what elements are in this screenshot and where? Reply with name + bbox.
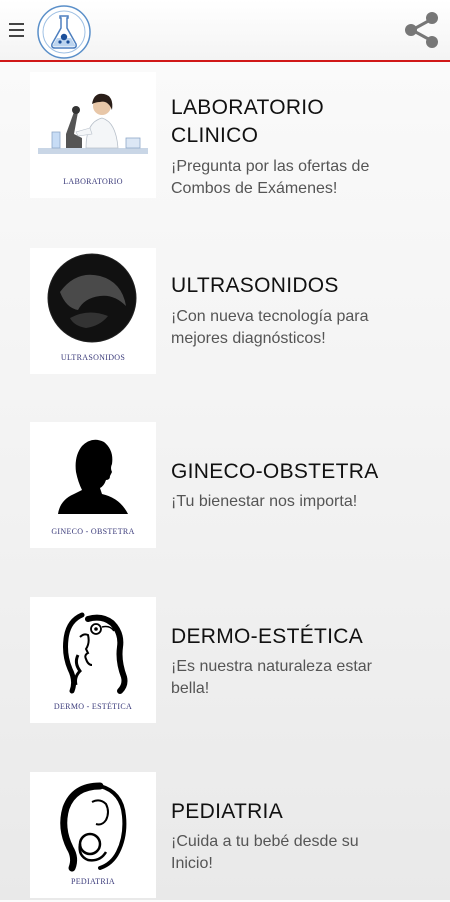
menu-bar bbox=[9, 35, 24, 37]
desc-line: ¡Pregunta por las ofertas de bbox=[171, 158, 370, 175]
thumbnail-caption: GINECO - OBSTETRA bbox=[51, 527, 135, 536]
service-item-laboratorio[interactable]: LABORATORIO LABORATORIO CLINICO ¡Pregunt… bbox=[0, 72, 450, 202]
service-description: ¡Con nueva tecnología para mejores diagn… bbox=[171, 306, 431, 350]
service-description: ¡Pregunta por las ofertas de Combos de E… bbox=[171, 156, 431, 200]
menu-bar bbox=[9, 29, 24, 31]
thumbnail-caption: ULTRASONIDOS bbox=[60, 353, 126, 362]
ultrasonidos-thumbnail: ULTRASONIDOS bbox=[30, 248, 156, 374]
dermo-estetica-thumbnail: DERMO - ESTÉTICA bbox=[30, 597, 156, 723]
title-line: PEDIATRIA bbox=[171, 800, 283, 823]
menu-icon[interactable] bbox=[6, 18, 28, 44]
desc-line: ¡Cuida a tu bebé desde su bbox=[171, 833, 359, 850]
desc-line: bella! bbox=[171, 680, 210, 697]
app-bar bbox=[0, 0, 450, 62]
title-line: ULTRASONIDOS bbox=[171, 274, 339, 297]
desc-line: Inicio! bbox=[171, 855, 213, 872]
service-item-dermo-estetica[interactable]: DERMO - ESTÉTICA DERMO-ESTÉTICA ¡Es nues… bbox=[0, 597, 450, 727]
desc-line: ¡Es nuestra naturaleza estar bbox=[171, 658, 372, 675]
service-title: PEDIATRIA bbox=[171, 798, 436, 826]
service-title: LABORATORIO CLINICO bbox=[171, 94, 436, 150]
pediatria-thumbnail: PEDIATRIA bbox=[30, 772, 156, 898]
thumbnail-caption: DERMO - ESTÉTICA bbox=[53, 702, 133, 711]
service-title: GINECO-OBSTETRA bbox=[171, 458, 436, 486]
gineco-obstetra-thumbnail: GINECO - OBSTETRA bbox=[30, 422, 156, 548]
laboratorio-thumbnail: LABORATORIO bbox=[30, 72, 156, 198]
lab-logo-icon[interactable] bbox=[36, 4, 92, 60]
service-description: ¡Cuida a tu bebé desde su Inicio! bbox=[171, 831, 431, 875]
desc-line: ¡Tu bienestar nos importa! bbox=[171, 493, 358, 510]
title-line: GINECO-OBSTETRA bbox=[171, 460, 379, 483]
service-title: DERMO-ESTÉTICA bbox=[171, 623, 436, 651]
service-item-gineco-obstetra[interactable]: GINECO - OBSTETRA GINECO-OBSTETRA ¡Tu bi… bbox=[0, 422, 450, 552]
menu-bar bbox=[9, 23, 24, 25]
thumbnail-caption: LABORATORIO bbox=[63, 177, 123, 186]
title-line: CLINICO bbox=[171, 124, 259, 147]
service-description: ¡Tu bienestar nos importa! bbox=[171, 491, 431, 513]
title-line: DERMO-ESTÉTICA bbox=[171, 625, 364, 648]
title-line: LABORATORIO bbox=[171, 96, 325, 119]
service-description: ¡Es nuestra naturaleza estar bella! bbox=[171, 656, 431, 700]
service-item-ultrasonidos[interactable]: ULTRASONIDOS ULTRASONIDOS ¡Con nueva tec… bbox=[0, 248, 450, 378]
desc-line: ¡Con nueva tecnología para bbox=[171, 308, 369, 325]
desc-line: Combos de Exámenes! bbox=[171, 180, 338, 197]
desc-line: mejores diagnósticos! bbox=[171, 330, 326, 347]
share-icon[interactable] bbox=[400, 8, 444, 52]
thumbnail-caption: PEDIATRIA bbox=[70, 877, 116, 886]
service-item-pediatria[interactable]: PEDIATRIA PEDIATRIA ¡Cuida a tu bebé des… bbox=[0, 772, 450, 902]
service-title: ULTRASONIDOS bbox=[171, 272, 436, 300]
